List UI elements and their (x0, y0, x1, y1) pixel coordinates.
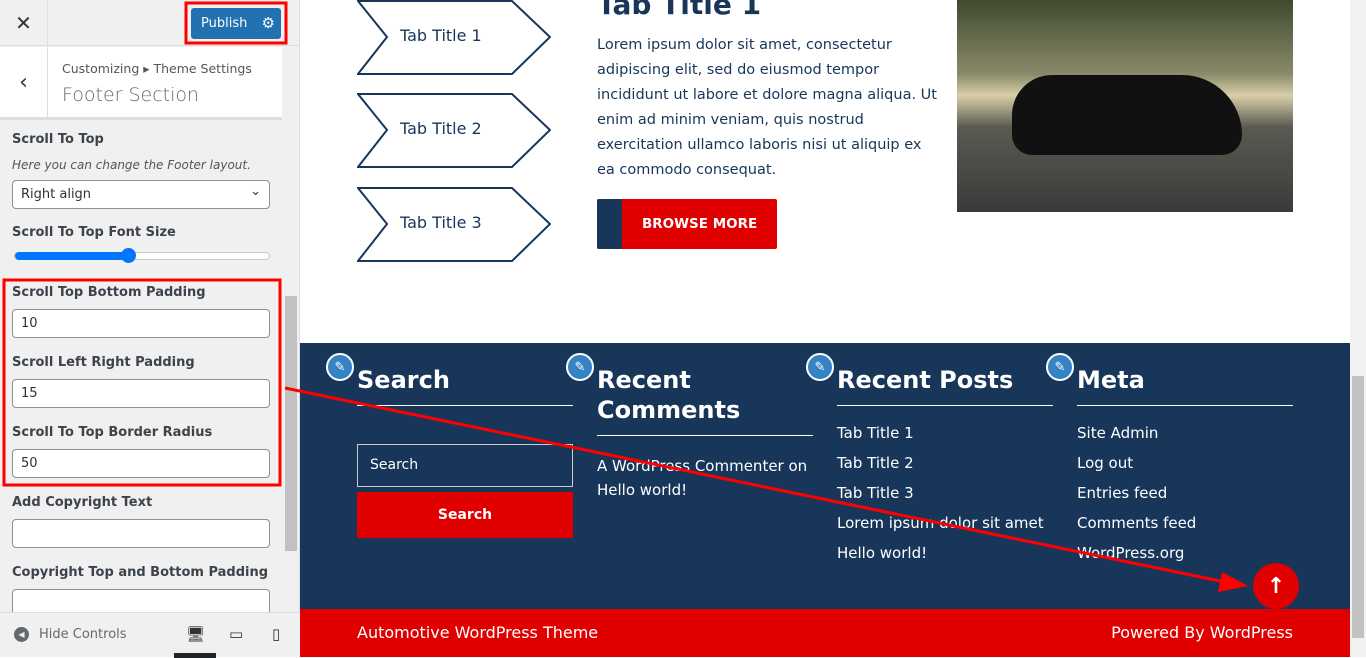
widget-search: Search Search Search (357, 365, 573, 538)
browse-more-button[interactable]: BROWSE MORE (597, 199, 777, 249)
tab-1[interactable]: Tab Title 1 (355, 0, 552, 75)
copyright-left: Automotive WordPress Theme (357, 623, 599, 642)
copyright-text-label: Add Copyright Text (12, 495, 153, 510)
edit-pencil-icon[interactable]: ✎ (566, 353, 594, 381)
tab-3[interactable]: Tab Title 3 (355, 187, 552, 262)
content-title: Tab Title 1 (597, 0, 762, 21)
bottom-padding-label: Scroll Top Bottom Padding (12, 285, 206, 300)
publish-label: Publish (201, 16, 248, 31)
collapse-icon: ◀ (14, 627, 29, 642)
slider-handle[interactable] (120, 248, 136, 263)
customizer-sidebar: ✕ Publish ⚙ ‹ Customizing ▸ Theme Setting… (0, 0, 300, 658)
copyright-padding-label: Copyright Top and Bottom Padding (12, 565, 269, 580)
list-item[interactable]: Lorem ipsum dolor sit amet (837, 514, 1053, 544)
customizer-footer: ◀ Hide Controls 🖥 ▭ ▯ (0, 612, 300, 658)
tab-label: Tab Title 1 (400, 26, 482, 45)
publish-button[interactable]: Publish ⚙ (191, 8, 281, 39)
hide-controls-button[interactable]: ◀ Hide Controls (14, 627, 127, 642)
tab-label: Tab Title 3 (400, 213, 482, 232)
font-size-label: Scroll To Top Font Size (12, 225, 176, 240)
selected-device-indicator (174, 653, 216, 658)
widget-title: Meta (1077, 365, 1293, 406)
lr-padding-input[interactable]: 15 (12, 379, 270, 408)
list-item[interactable]: Tab Title 1 (837, 424, 1053, 454)
button-accent (597, 199, 622, 249)
scrollbar-thumb[interactable] (1352, 376, 1364, 638)
search-input[interactable]: Search (357, 444, 573, 487)
border-radius-label: Scroll To Top Border Radius (12, 425, 213, 440)
font-size-slider[interactable] (14, 248, 270, 263)
scrollbar-thumb[interactable] (285, 296, 297, 551)
edit-pencil-icon[interactable]: ✎ (1046, 353, 1074, 381)
border-radius-input[interactable]: 50 (12, 449, 270, 478)
close-icon[interactable]: ✕ (0, 0, 48, 46)
scroll-to-top-label: Scroll To Top (12, 132, 104, 147)
site-footer: ✎ Search Search Search ✎ Recent Comments… (300, 343, 1350, 609)
scroll-to-top-button[interactable]: ↑ (1253, 563, 1299, 609)
tablet-icon[interactable]: ▭ (229, 625, 243, 643)
preview-scrollbar[interactable] (1350, 0, 1366, 657)
list-item[interactable]: Hello world! (837, 544, 1053, 574)
widget-title: Search (357, 365, 573, 406)
edit-pencil-icon[interactable]: ✎ (326, 353, 354, 381)
list-item[interactable]: Comments feed (1077, 514, 1293, 544)
list-item[interactable]: Tab Title 3 (837, 484, 1053, 514)
breadcrumb: Customizing ▸ Theme Settings (62, 61, 252, 76)
arrow-up-icon: ↑ (1266, 573, 1286, 599)
copyright-bar: Automotive WordPress Theme Powered By Wo… (300, 609, 1350, 657)
widget-meta: Meta Site Admin Log out Entries feed Com… (1077, 365, 1293, 574)
list-item[interactable]: Tab Title 2 (837, 454, 1053, 484)
copyright-text-input[interactable] (12, 519, 270, 548)
search-button[interactable]: Search (357, 492, 573, 538)
tab-2[interactable]: Tab Title 2 (355, 93, 552, 168)
list-item[interactable]: Log out (1077, 454, 1293, 484)
chevron-down-icon: ⌄ (250, 184, 261, 199)
bottom-padding-input[interactable]: 10 (12, 309, 270, 338)
scroll-to-top-description: Here you can change the Footer layout. (12, 158, 251, 172)
mobile-icon[interactable]: ▯ (272, 625, 280, 643)
car-shape (1012, 75, 1242, 155)
slider-fill (15, 252, 128, 260)
section-title: Footer Section (62, 84, 200, 106)
content-text: Lorem ipsum dolor sit amet, consectetur … (597, 37, 937, 178)
back-button[interactable]: ‹ (0, 47, 48, 117)
widget-recent-posts: Recent Posts Tab Title 1 Tab Title 2 Tab… (837, 365, 1053, 574)
sidebar-scrollbar[interactable] (284, 47, 298, 612)
tab-label: Tab Title 2 (400, 119, 482, 138)
lr-padding-label: Scroll Left Right Padding (12, 355, 195, 370)
list-item[interactable]: Site Admin (1077, 424, 1293, 454)
hide-controls-label: Hide Controls (39, 627, 127, 642)
list-item[interactable]: A WordPress Commenter on Hello world! (597, 454, 813, 502)
edit-pencil-icon[interactable]: ✎ (806, 353, 834, 381)
widget-title: Recent Posts (837, 365, 1053, 406)
customizer-header: ✕ Publish ⚙ (0, 0, 300, 46)
car-image (957, 0, 1293, 212)
copyright-right[interactable]: Powered By WordPress (1111, 623, 1293, 642)
gear-icon[interactable]: ⚙ (262, 14, 275, 32)
desktop-icon[interactable]: 🖥 (186, 625, 205, 643)
scroll-to-top-select[interactable]: Right align ⌄ (12, 180, 270, 209)
section-header: ‹ Customizing ▸ Theme Settings Footer Se… (0, 47, 282, 120)
site-preview: Tab Title 1 Tab Title 2 Tab Title 3 Tab … (300, 0, 1366, 657)
widget-recent-comments: Recent Comments A WordPress Commenter on… (597, 365, 813, 502)
list-item[interactable]: Entries feed (1077, 484, 1293, 514)
browse-more-label: BROWSE MORE (642, 216, 758, 232)
select-value: Right align (21, 187, 92, 202)
widget-title: Recent Comments (597, 365, 813, 436)
